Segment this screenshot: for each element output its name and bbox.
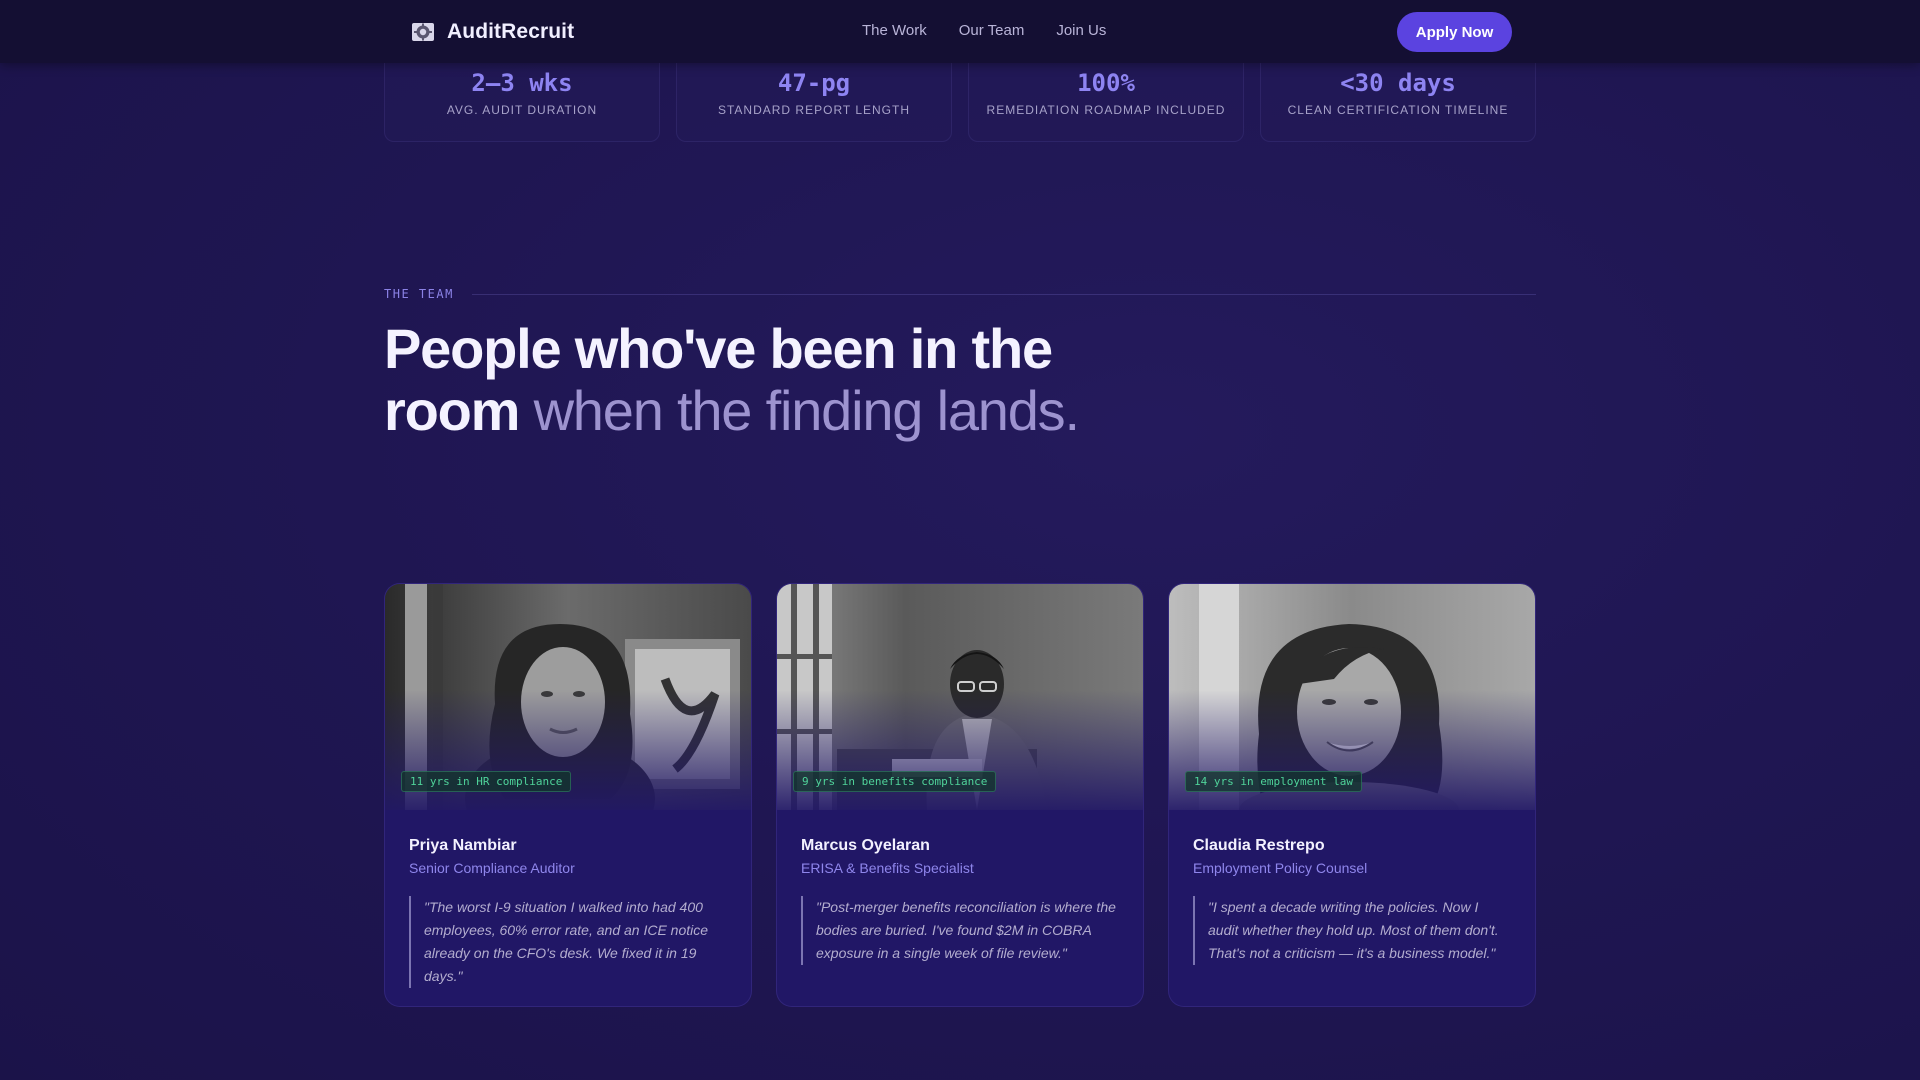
top-nav: AuditRecruit The Work Our Team Join Us A… <box>0 0 1920 63</box>
nav-link-the-work[interactable]: The Work <box>862 22 927 39</box>
team-card[interactable]: 9 yrs in benefits compliance Marcus Oyel… <box>776 583 1144 1007</box>
brand[interactable]: AuditRecruit <box>411 20 574 44</box>
experience-badge: 11 yrs in HR compliance <box>401 771 572 792</box>
stat-card: 47-pg STANDARD REPORT LENGTH <box>676 50 952 142</box>
nav-link-join-us[interactable]: Join Us <box>1056 22 1106 39</box>
stat-value: <30 days <box>1340 69 1456 97</box>
member-quote: "I spent a decade writing the policies. … <box>1193 896 1511 965</box>
member-role: ERISA & Benefits Specialist <box>801 860 974 876</box>
stat-card: 100% REMEDIATION ROADMAP INCLUDED <box>968 50 1244 142</box>
member-role: Employment Policy Counsel <box>1193 860 1368 876</box>
headline-muted: when the finding lands. <box>533 379 1080 442</box>
stat-value: 100% <box>1077 69 1135 97</box>
card-body: Claudia Restrepo Employment Policy Couns… <box>1169 810 1535 965</box>
member-quote: "The worst I-9 situation I walked into h… <box>409 896 727 988</box>
stat-label: CLEAN CERTIFICATION TIMELINE <box>1287 103 1509 117</box>
member-role: Senior Compliance Auditor <box>409 860 575 876</box>
nav-links: The Work Our Team Join Us <box>862 22 1106 39</box>
section-headline: People who've been in the room when the … <box>384 318 1104 442</box>
card-body: Priya Nambiar Senior Compliance Auditor … <box>385 810 751 988</box>
member-photo: 14 yrs in employment law <box>1169 584 1535 810</box>
team-card[interactable]: 11 yrs in HR compliance Priya Nambiar Se… <box>384 583 752 1007</box>
member-name: Priya Nambiar <box>409 837 517 854</box>
stat-label: REMEDIATION ROADMAP INCLUDED <box>986 103 1226 117</box>
experience-badge: 9 yrs in benefits compliance <box>793 771 997 792</box>
gear-icon <box>412 23 434 41</box>
nav-link-our-team[interactable]: Our Team <box>959 22 1025 39</box>
brand-name: AuditRecruit <box>447 20 575 43</box>
card-body: Marcus Oyelaran ERISA & Benefits Special… <box>777 810 1143 965</box>
stat-label: STANDARD REPORT LENGTH <box>717 103 911 117</box>
eyebrow-divider <box>471 293 1536 295</box>
member-quote: "Post-merger benefits reconciliation is … <box>801 896 1119 965</box>
member-name: Claudia Restrepo <box>1193 837 1325 854</box>
stats-row: 2–3 wks AVG. AUDIT DURATION 47-pg STANDA… <box>384 50 1536 142</box>
stat-value: 2–3 wks <box>471 69 573 97</box>
section-eyebrow-row: THE TEAM <box>384 285 1536 303</box>
team-cards: 11 yrs in HR compliance Priya Nambiar Se… <box>384 583 1536 1007</box>
stat-card: 2–3 wks AVG. AUDIT DURATION <box>384 50 660 142</box>
stat-value: 47-pg <box>777 69 851 97</box>
stat-card: <30 days CLEAN CERTIFICATION TIMELINE <box>1260 50 1536 142</box>
member-photo: 9 yrs in benefits compliance <box>777 584 1143 810</box>
experience-badge: 14 yrs in employment law <box>1185 771 1362 792</box>
member-name: Marcus Oyelaran <box>801 837 930 854</box>
section-eyebrow: THE TEAM <box>384 287 454 301</box>
member-photo: 11 yrs in HR compliance <box>385 584 751 810</box>
stat-label: AVG. AUDIT DURATION <box>446 103 598 117</box>
team-card[interactable]: 14 yrs in employment law Claudia Restrep… <box>1168 583 1536 1007</box>
apply-now-button[interactable]: Apply Now <box>1397 12 1512 52</box>
